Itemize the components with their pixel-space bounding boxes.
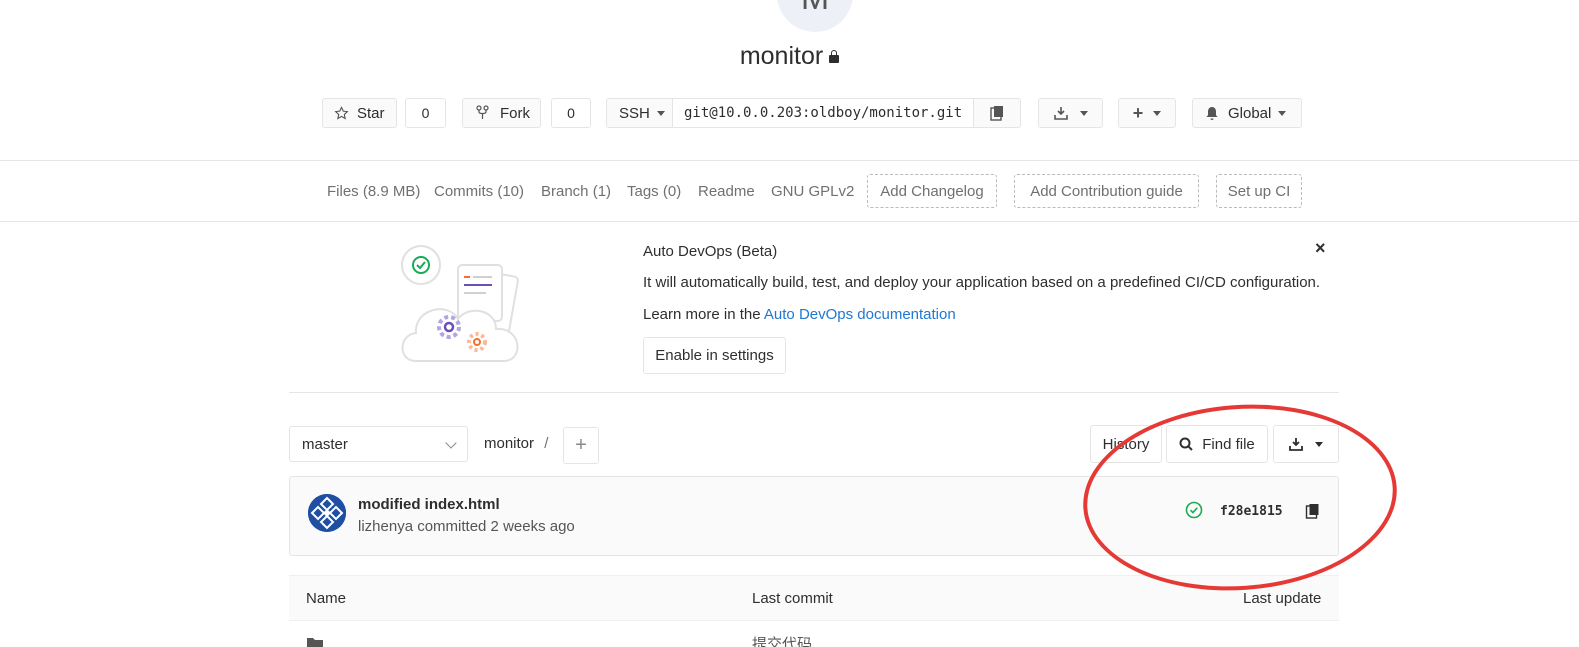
license-link[interactable]: GNU GPLv2 — [771, 183, 854, 200]
identicon-icon — [308, 494, 346, 532]
search-icon — [1179, 437, 1193, 451]
avatar[interactable] — [308, 494, 346, 532]
download-archive-dropdown[interactable] — [1273, 425, 1339, 463]
commit-sha[interactable]: f28e1815 — [1220, 504, 1283, 519]
commit-meta: lizhenya committed 2 weeks ago — [358, 518, 575, 535]
find-file-label: Find file — [1202, 435, 1255, 453]
add-dropdown[interactable]: + — [1118, 98, 1176, 128]
chevron-down-icon — [1153, 110, 1162, 116]
pipeline-success-icon[interactable] — [1185, 501, 1203, 519]
fork-label: Fork — [500, 104, 530, 122]
protocol-label: SSH — [619, 104, 650, 122]
branch-select[interactable]: master — [289, 426, 468, 462]
last-commit-panel — [289, 476, 1339, 556]
chevron-down-icon — [656, 110, 665, 116]
column-header-last-update: Last update — [1243, 590, 1322, 607]
column-header-last-commit: Last commit — [752, 590, 833, 607]
divider — [0, 160, 1579, 161]
lock-icon — [829, 50, 840, 63]
star-label: Star — [357, 104, 385, 122]
find-file-button[interactable]: Find file — [1166, 425, 1268, 463]
chevron-down-icon — [1315, 441, 1323, 447]
chevron-down-icon — [445, 437, 457, 449]
chevron-down-icon — [1079, 110, 1088, 116]
project-name: monitor — [739, 42, 824, 70]
star-icon — [334, 105, 349, 120]
commits-link[interactable]: Commits (10) — [434, 183, 524, 200]
star-count[interactable]: 0 — [405, 98, 446, 128]
download-icon — [1289, 438, 1303, 451]
divider — [289, 392, 1339, 393]
devops-docs-link[interactable]: Auto DevOps documentation — [764, 306, 956, 323]
add-to-tree-button[interactable]: + — [563, 427, 599, 464]
copy-url-button[interactable] — [973, 98, 1021, 128]
commit-title-link[interactable]: modified index.html — [358, 496, 500, 513]
divider — [0, 221, 1579, 222]
chevron-down-icon — [1278, 110, 1287, 116]
star-button[interactable]: Star — [322, 98, 397, 128]
download-dropdown[interactable] — [1038, 98, 1103, 128]
breadcrumb-separator: / — [544, 435, 549, 452]
branch-select-value: master — [302, 435, 348, 453]
fork-count[interactable]: 0 — [551, 98, 591, 128]
enable-in-settings-button[interactable]: Enable in settings — [643, 337, 786, 374]
bell-icon — [1206, 106, 1218, 120]
devops-learn-more: Learn more in the Auto DevOps documentat… — [643, 306, 956, 323]
devops-learn-prefix: Learn more in the — [643, 306, 764, 323]
project-avatar-letter: M — [801, 0, 829, 18]
setup-ci-button[interactable]: Set up CI — [1216, 174, 1302, 208]
breadcrumb-project-link[interactable]: monitor — [484, 435, 534, 452]
add-changelog-button[interactable]: Add Changelog — [867, 174, 997, 208]
tags-link[interactable]: Tags (0) — [627, 183, 681, 200]
clipboard-icon[interactable] — [1305, 503, 1320, 519]
fork-icon — [476, 105, 489, 119]
download-icon — [1053, 107, 1068, 120]
breadcrumb: monitor / — [484, 435, 548, 452]
history-button[interactable]: History — [1090, 425, 1162, 463]
protocol-dropdown[interactable]: SSH — [606, 98, 673, 128]
column-header-name: Name — [306, 590, 347, 607]
devops-title: Auto DevOps (Beta) — [643, 243, 778, 260]
branch-link[interactable]: Branch (1) — [541, 183, 611, 200]
table-row-commit-message[interactable]: 提交代码 — [752, 633, 812, 647]
folder-icon — [307, 638, 323, 647]
close-icon[interactable]: × — [1315, 238, 1326, 259]
notification-label: Global — [1228, 104, 1272, 122]
plus-icon: + — [575, 434, 587, 456]
notification-dropdown[interactable]: Global — [1192, 98, 1302, 128]
add-contribution-button[interactable]: Add Contribution guide — [1014, 174, 1199, 208]
project-avatar: M — [777, 0, 853, 32]
files-link[interactable]: Files (8.9 MB) — [327, 183, 420, 200]
project-title: monitor — [0, 42, 1579, 71]
plus-icon: + — [1132, 103, 1144, 123]
clone-url-input[interactable]: git@10.0.0.203:oldboy/monitor.git — [672, 98, 974, 128]
devops-description: It will automatically build, test, and d… — [643, 274, 1321, 291]
fork-button[interactable]: Fork — [462, 98, 541, 128]
readme-link[interactable]: Readme — [698, 183, 755, 200]
devops-illustration — [401, 245, 519, 362]
clipboard-icon — [990, 106, 1003, 121]
